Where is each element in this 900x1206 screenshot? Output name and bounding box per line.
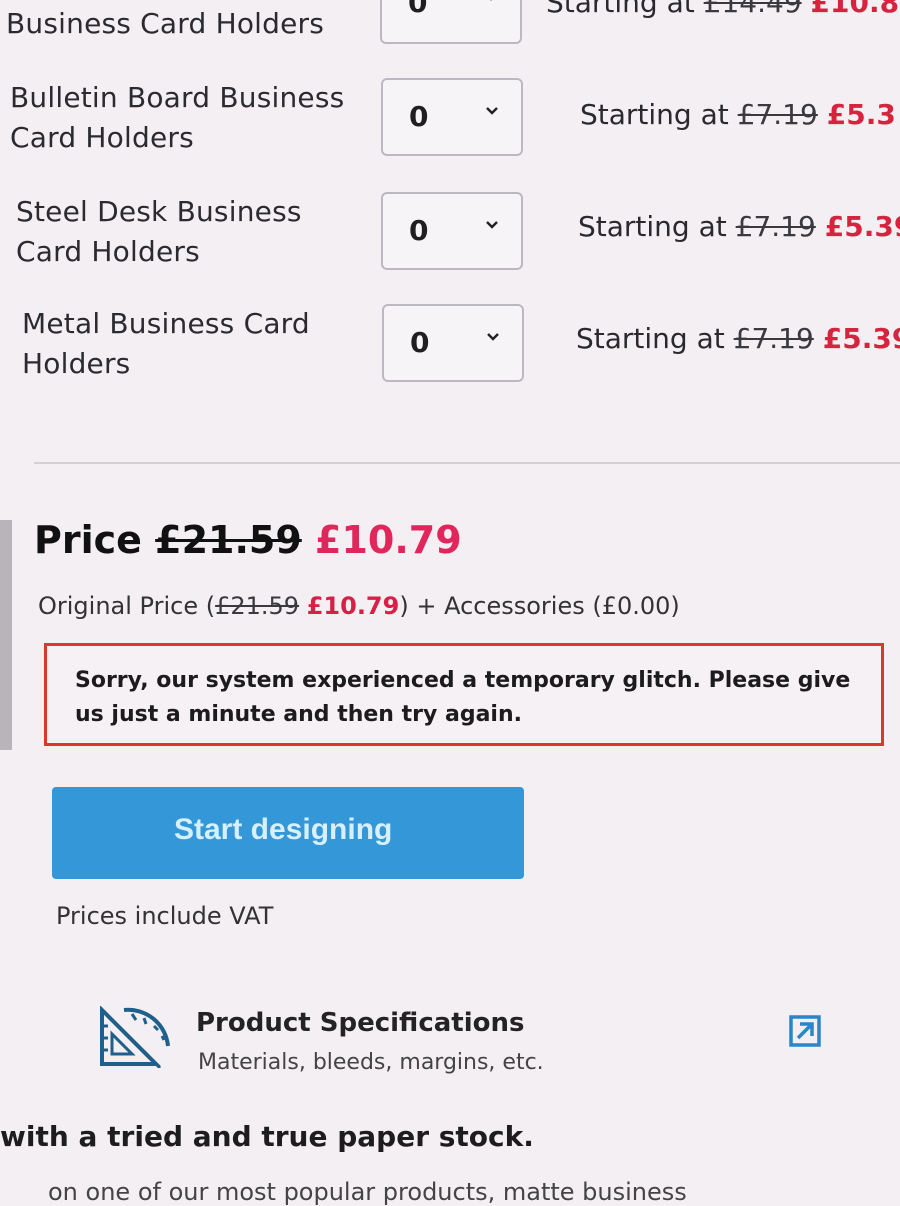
sale-price: £10.8 (810, 0, 900, 19)
accessory-row: Bulletin Board Business Card Holders 0 S… (0, 78, 900, 178)
starting-label: Starting at (576, 322, 725, 355)
price-total: Price £21.59 £10.79 (34, 518, 462, 562)
accessory-name-line: Holders (22, 347, 131, 380)
original-price-prefix: Original Price ( (38, 592, 216, 620)
chevron-down-icon (486, 107, 498, 115)
error-message: Sorry, our system experienced a temporar… (75, 668, 851, 727)
starting-price: Starting at £7.19 £5.3 (580, 98, 896, 131)
quantity-value: 0 (410, 326, 430, 359)
bezel-edge (0, 520, 12, 750)
starting-label: Starting at (580, 98, 729, 131)
section-heading: with a tried and true paper stock. (0, 1120, 534, 1153)
starting-price: Starting at £14.49 £10.8 (546, 0, 899, 19)
description-text: on one of our most popular products, mat… (48, 1178, 687, 1206)
starting-price: Starting at £7.19 £5.39 (576, 322, 900, 355)
quantity-select[interactable]: 0 (382, 304, 524, 382)
product-specifications-link[interactable]: Product Specifications Materials, bleeds… (60, 980, 900, 1110)
accessory-name: Steel Desk Business Card Holders (16, 192, 302, 272)
chevron-down-icon (490, 0, 492, 1)
accessory-row: Metal Business Card Holders 0 Starting a… (0, 304, 900, 404)
specifications-title: Product Specifications (196, 1008, 525, 1038)
was-price: £7.19 (733, 322, 814, 355)
set-square-ruler-icon (100, 1006, 170, 1068)
quantity-value: 0 (409, 214, 429, 247)
divider (34, 462, 900, 464)
original-price-was: £21.59 (215, 592, 300, 620)
accessory-name-line: Bulletin Board Business (10, 81, 345, 114)
starting-label: Starting at (546, 0, 695, 19)
price-label: Price (34, 518, 142, 562)
quantity-select[interactable]: 0 (381, 192, 523, 270)
original-price-now: £10.79 (306, 592, 400, 620)
accessory-row: Steel Desk Business Card Holders 0 Start… (0, 192, 900, 292)
accessory-name-line: Card Holders (10, 121, 194, 154)
price-was: £21.59 (155, 518, 302, 562)
sale-price: £5.3 (826, 98, 896, 131)
accessory-name: Bulletin Board Business Card Holders (10, 78, 344, 158)
accessory-name: Metal Business Card Holders (22, 304, 310, 384)
quantity-select[interactable]: 0 (380, 0, 522, 44)
sale-price: £5.39 (822, 322, 900, 355)
error-alert: Sorry, our system experienced a temporar… (44, 643, 884, 746)
price-now: £10.79 (315, 518, 462, 562)
was-price: £7.19 (737, 98, 818, 131)
specifications-subtitle: Materials, bleeds, margins, etc. (198, 1050, 544, 1075)
accessory-name-line: Metal Business Card (22, 307, 310, 340)
accessory-row: Business Card Holders 0 Starting at £14.… (0, 0, 900, 84)
original-price-line: Original Price (£21.59 £10.79) + Accesso… (38, 592, 680, 620)
accessory-name-line: Business Card Holders (6, 7, 325, 40)
quantity-value: 0 (408, 0, 428, 19)
vat-note: Prices include VAT (56, 902, 274, 930)
starting-price: Starting at £7.19 £5.39 (578, 210, 900, 243)
accessory-name-line: Card Holders (16, 235, 200, 268)
chevron-down-icon (487, 333, 499, 341)
chevron-down-icon (486, 221, 498, 229)
accessory-name: Business Card Holders (6, 4, 324, 44)
was-price: £14.49 (703, 0, 802, 19)
sale-price: £5.39 (824, 210, 900, 243)
start-designing-label: Start designing (174, 813, 393, 846)
accessory-name-line: Steel Desk Business (16, 195, 302, 228)
quantity-value: 0 (409, 100, 429, 133)
open-external-icon[interactable] (788, 1014, 822, 1048)
was-price: £7.19 (735, 210, 816, 243)
quantity-select[interactable]: 0 (381, 78, 523, 156)
accessories-price: ) + Accessories (£0.00) (399, 592, 680, 620)
start-designing-button[interactable]: Start designing (52, 787, 524, 879)
starting-label: Starting at (578, 210, 727, 243)
